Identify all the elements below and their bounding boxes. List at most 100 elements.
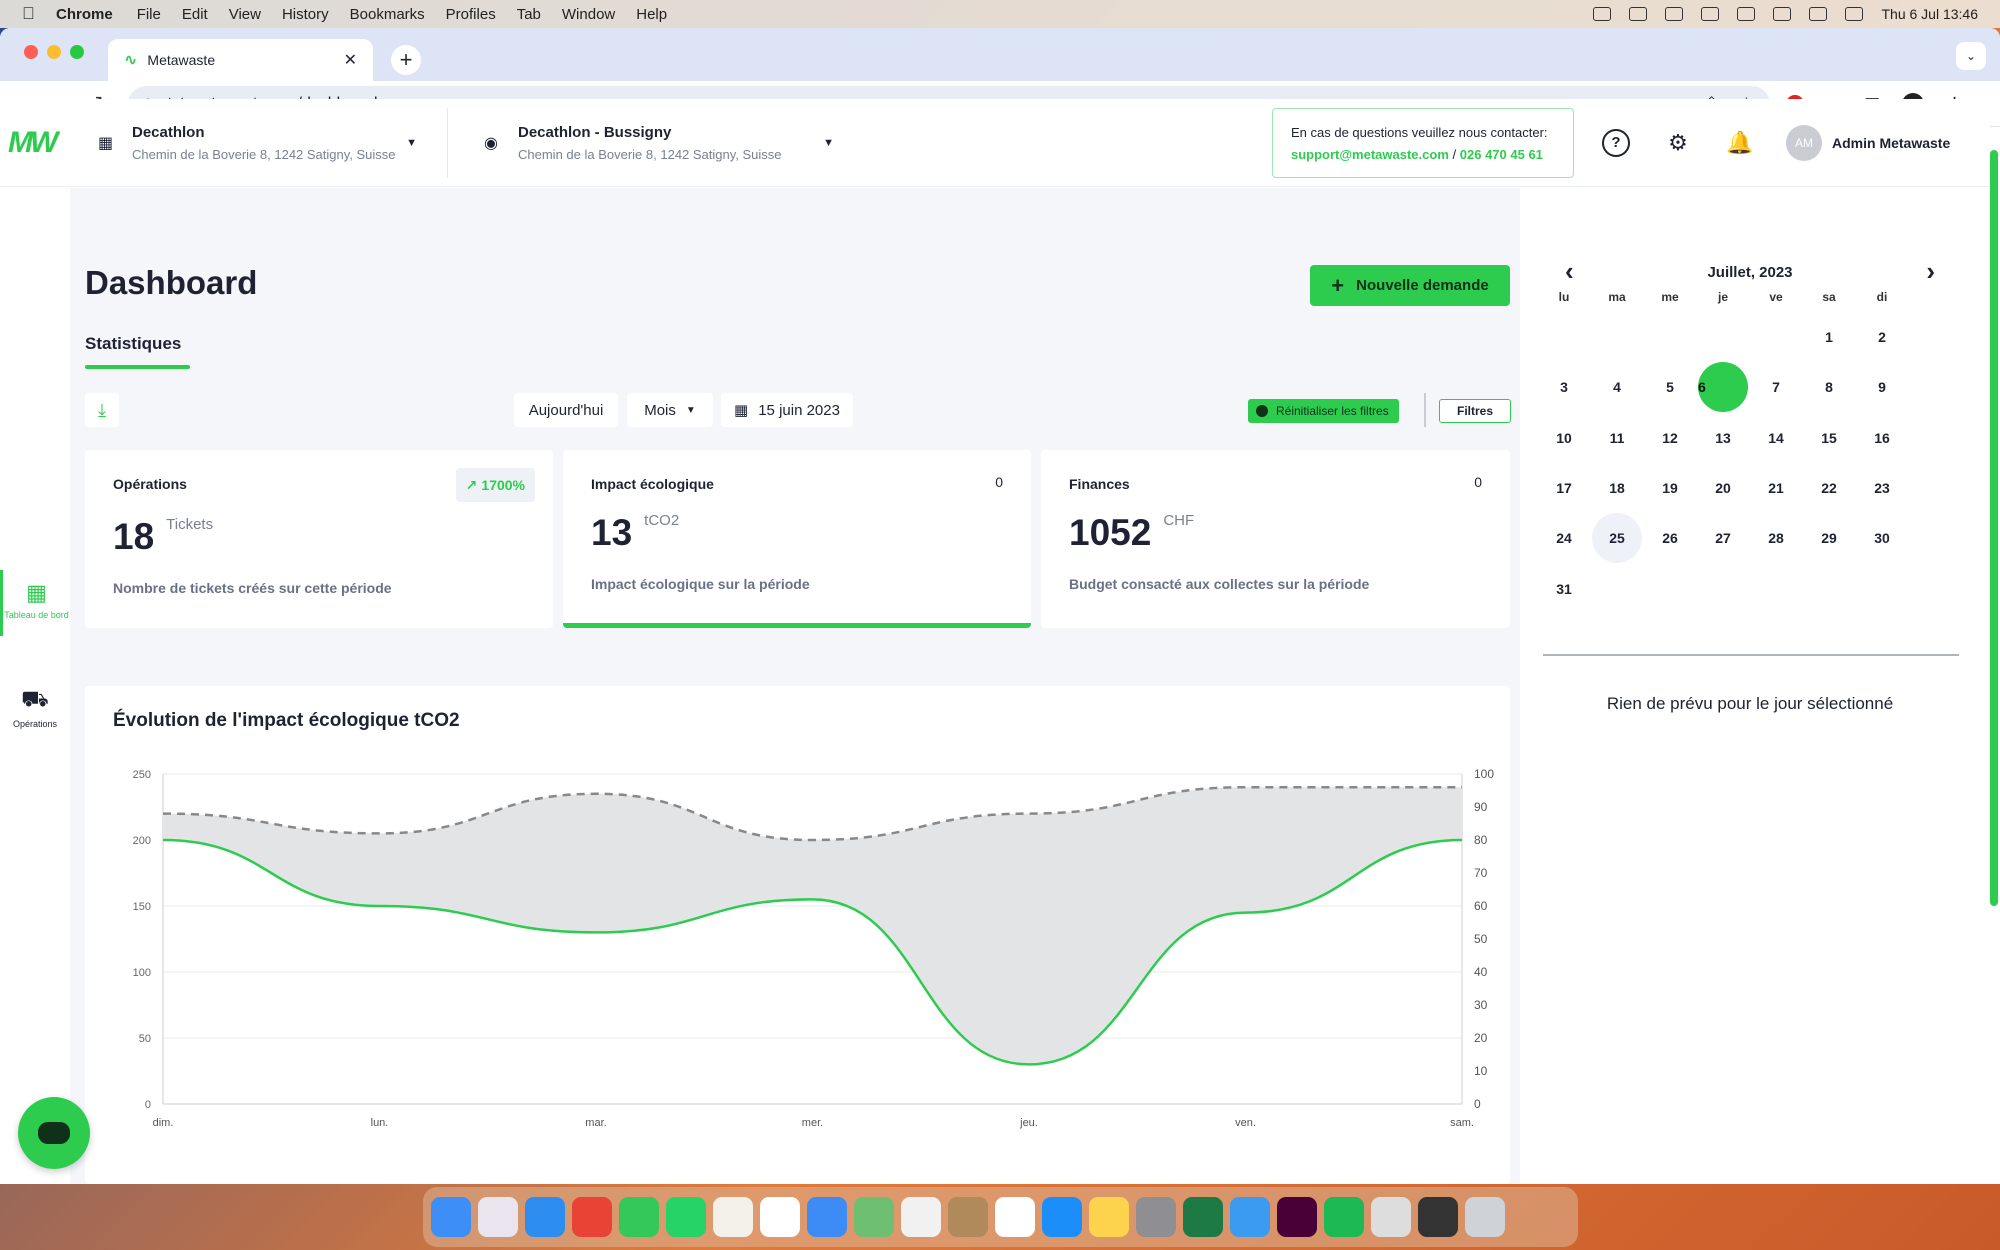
menu-help[interactable]: Help	[636, 6, 667, 23]
calendar-day[interactable]: 16	[1857, 413, 1907, 463]
site-selector[interactable]: ◉ Decathlon - Bussigny Chemin de la Bove…	[484, 108, 834, 178]
finder-icon[interactable]	[431, 1197, 471, 1237]
adobe-xd-icon[interactable]	[1277, 1197, 1317, 1237]
dropbox-icon[interactable]	[1701, 7, 1720, 21]
safari-icon[interactable]	[525, 1197, 565, 1237]
calendar-day[interactable]: 12	[1645, 413, 1695, 463]
calendar-day[interactable]: 7	[1751, 362, 1801, 412]
company-selector[interactable]: ▦ Decathlon Chemin de la Boverie 8, 1242…	[98, 107, 448, 178]
notes-icon[interactable]	[1089, 1197, 1129, 1237]
menu-bookmarks[interactable]: Bookmarks	[350, 6, 425, 23]
evernote-icon[interactable]	[1230, 1197, 1270, 1237]
calendar-day[interactable]: 17	[1539, 463, 1589, 513]
calendar-day[interactable]: 26	[1645, 513, 1695, 563]
help-icon[interactable]: ?	[1602, 128, 1630, 157]
new-tab-button[interactable]: +	[391, 45, 421, 75]
calendar-day[interactable]: 24	[1539, 513, 1589, 563]
support-email-link[interactable]: support@metawaste.com	[1291, 147, 1449, 162]
close-window-button[interactable]	[24, 45, 38, 59]
calendar-day[interactable]: 2	[1857, 312, 1907, 362]
calendar-day[interactable]: 11	[1592, 413, 1642, 463]
photos-icon[interactable]	[901, 1197, 941, 1237]
screenshot-icon[interactable]	[1418, 1197, 1458, 1237]
calendar-day[interactable]: 30	[1857, 513, 1907, 563]
page-scrollbar[interactable]	[1990, 150, 1998, 906]
filters-button[interactable]: Filtres	[1439, 399, 1511, 423]
menu-history[interactable]: History	[282, 6, 329, 23]
close-tab-icon[interactable]: ✕	[344, 50, 357, 70]
menu-window[interactable]: Window	[562, 6, 615, 23]
chevron-down-icon[interactable]: ▼	[406, 137, 417, 149]
user-name[interactable]: Admin Metawaste	[1832, 135, 1950, 151]
sidebar-item-operations[interactable]: ⛟ Opérations	[0, 686, 70, 729]
calendar-app-icon[interactable]	[760, 1197, 800, 1237]
today-button[interactable]: Aujourd'hui	[514, 393, 618, 427]
chrome-icon[interactable]	[572, 1197, 612, 1237]
ecological-impact-card[interactable]: Impact écologique 0 13 tCO2 Impact écolo…	[563, 450, 1031, 628]
period-select[interactable]: Mois ▼	[627, 393, 713, 427]
menubar-clock[interactable]: Thu 6 Jul 13:46	[1881, 6, 1978, 22]
messages-icon[interactable]	[619, 1197, 659, 1237]
calendar-day[interactable]: 3	[1539, 362, 1589, 412]
zoom-window-button[interactable]	[70, 45, 84, 59]
system-settings-icon[interactable]	[1136, 1197, 1176, 1237]
calendar-day[interactable]: 18	[1592, 463, 1642, 513]
menu-profiles[interactable]: Profiles	[446, 6, 496, 23]
calendar-day[interactable]: 13	[1698, 413, 1748, 463]
play-icon[interactable]	[1737, 7, 1756, 21]
slack-icon[interactable]	[713, 1197, 753, 1237]
menu-edit[interactable]: Edit	[182, 6, 208, 23]
metawaste-logo[interactable]: MW	[8, 126, 68, 160]
calendar-day[interactable]: 4	[1592, 362, 1642, 412]
calendar-day[interactable]: 10	[1539, 413, 1589, 463]
whatsapp-icon[interactable]	[666, 1197, 706, 1237]
maps-icon[interactable]	[854, 1197, 894, 1237]
reminders-icon[interactable]	[995, 1197, 1035, 1237]
menu-file[interactable]: File	[137, 6, 161, 23]
excel-icon[interactable]	[1183, 1197, 1223, 1237]
menu-tab[interactable]: Tab	[517, 6, 541, 23]
calendar-day[interactable]: 29	[1804, 513, 1854, 563]
contacts-icon[interactable]	[948, 1197, 988, 1237]
calendar-day[interactable]: 20	[1698, 463, 1748, 513]
calendar-day[interactable]: 5	[1645, 362, 1695, 412]
calendar-day[interactable]: 8	[1804, 362, 1854, 412]
operations-card[interactable]: Opérations ↗ 1700% 18 Tickets Nombre de …	[85, 450, 553, 628]
reset-filters-button[interactable]: Réinitialiser les filtres	[1248, 399, 1399, 423]
notification-bell-icon[interactable]: 🔔	[1726, 129, 1754, 157]
mail-icon[interactable]	[807, 1197, 847, 1237]
tab-statistiques[interactable]: Statistiques	[85, 334, 181, 354]
user-menu[interactable]: AM Admin Metawaste	[1786, 124, 1950, 161]
calendar-day[interactable]: 25	[1592, 513, 1642, 564]
calendar-day[interactable]: 14	[1751, 413, 1801, 463]
browser-tab[interactable]: ∿ Metawaste ✕	[108, 39, 373, 81]
calendar-day[interactable]: 15	[1804, 413, 1854, 463]
support-phone-link[interactable]: 026 470 45 61	[1460, 147, 1543, 162]
calendar-day[interactable]: 21	[1751, 463, 1801, 513]
status-icon[interactable]	[1629, 7, 1648, 21]
headphones-icon[interactable]	[1665, 7, 1684, 21]
wifi-icon[interactable]	[1809, 7, 1828, 21]
chat-launcher-button[interactable]	[18, 1097, 90, 1169]
menu-view[interactable]: View	[229, 6, 261, 23]
new-request-button[interactable]: + Nouvelle demande	[1310, 265, 1510, 306]
chevron-right-icon[interactable]: ›	[1926, 256, 1935, 287]
apple-icon[interactable]: 	[22, 4, 42, 24]
calendar-day[interactable]: 19	[1645, 463, 1695, 513]
control-center-icon[interactable]	[1845, 7, 1864, 21]
sidebar-item-dashboard[interactable]: ▦ Tableau de bord	[0, 570, 70, 636]
date-picker[interactable]: ▦ 15 juin 2023	[721, 393, 853, 427]
calendar-day[interactable]: 6	[1698, 362, 1748, 413]
download-icon[interactable]: ⤓	[85, 393, 119, 427]
calendar-day[interactable]: 27	[1698, 513, 1748, 563]
calendar-day[interactable]: 1	[1804, 312, 1854, 362]
downloads-folder-icon[interactable]	[1371, 1197, 1411, 1237]
spotify-icon[interactable]	[1324, 1197, 1364, 1237]
status-icon[interactable]	[1593, 7, 1612, 21]
calendar-day[interactable]: 23	[1857, 463, 1907, 513]
tab-search-button[interactable]: ⌄	[1956, 42, 1986, 70]
avatar[interactable]: AM	[1786, 124, 1822, 161]
calendar-day[interactable]: 31	[1539, 564, 1589, 614]
chevron-down-icon[interactable]: ▼	[823, 137, 834, 149]
calendar-day[interactable]: 9	[1857, 362, 1907, 412]
